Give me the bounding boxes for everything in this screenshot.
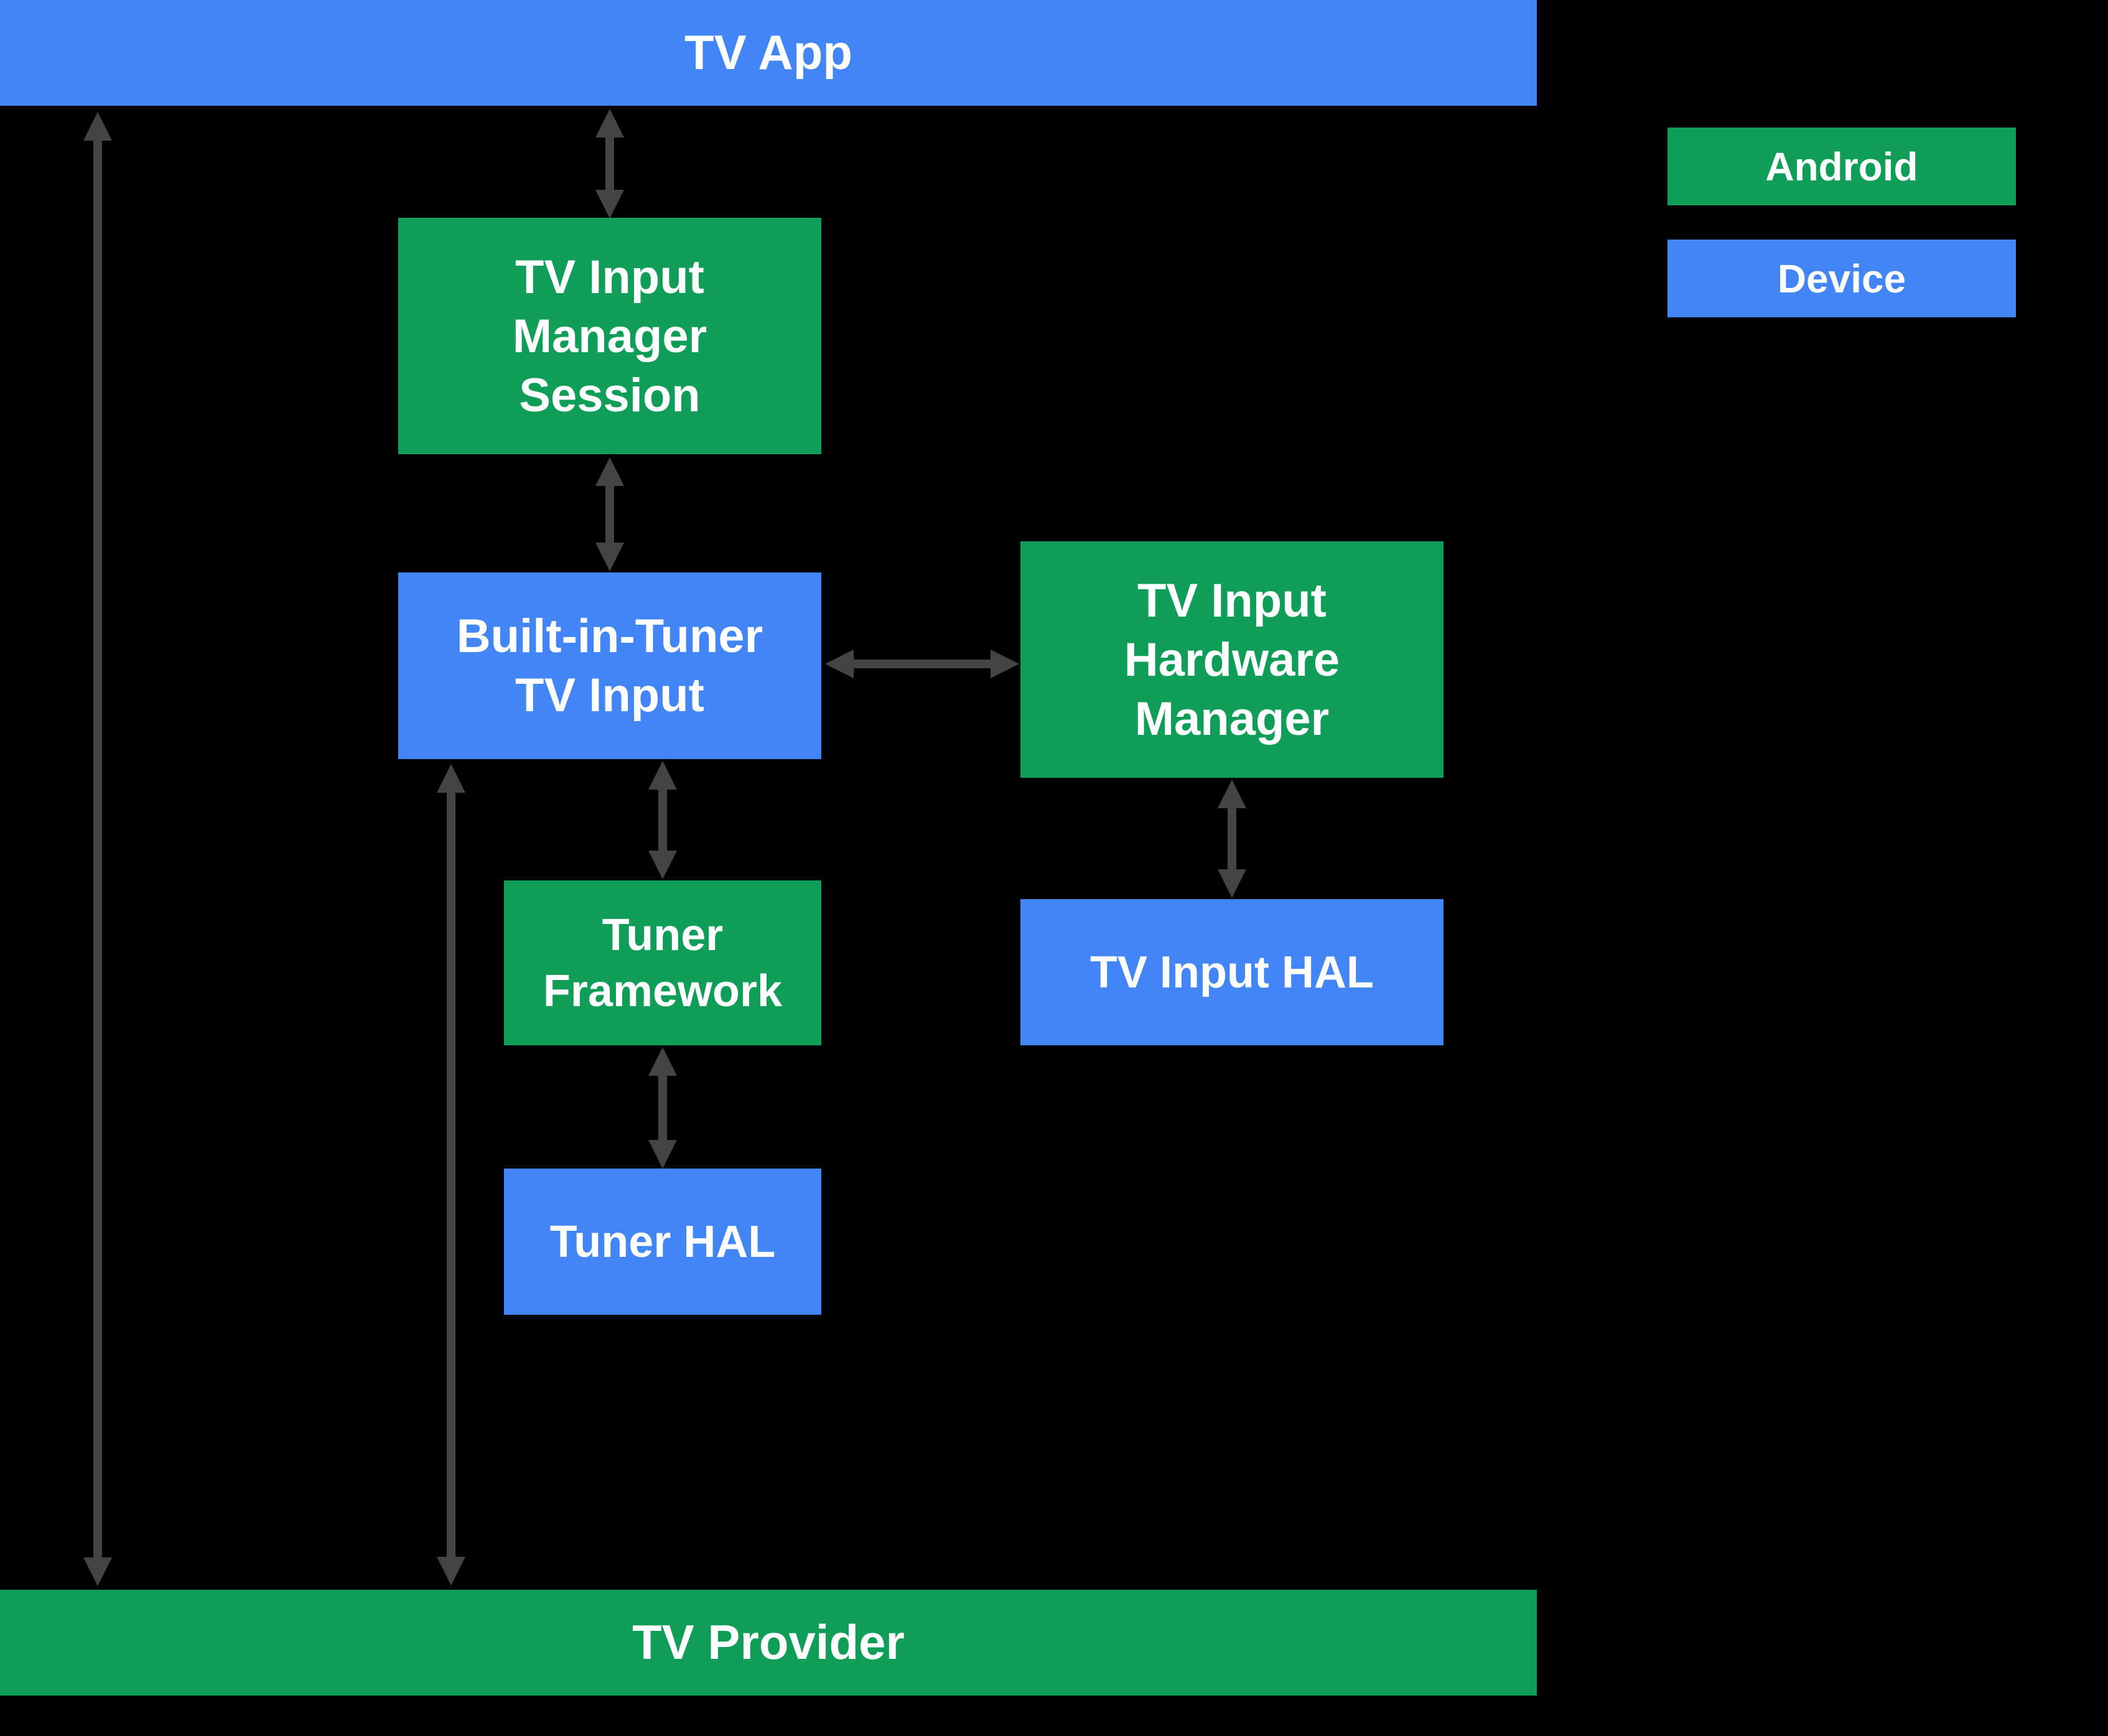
- tv-input-manager-session-box: TV Input Manager Session: [398, 218, 821, 454]
- built-in-tuner-tv-input-label: Built-in-Tuner TV Input: [457, 607, 763, 725]
- arrowhead-down-icon: [648, 851, 677, 879]
- arrow-builtin-tunerframework: [658, 787, 667, 852]
- arrowhead-up-icon: [595, 109, 624, 138]
- tv-app-box: TV App: [0, 0, 1537, 106]
- arrowhead-down-icon: [1218, 869, 1246, 898]
- tv-input-hal-label: TV Input HAL: [1090, 945, 1374, 1001]
- tuner-framework-box: Tuner Framework: [504, 880, 821, 1045]
- arrowhead-down-icon: [595, 190, 624, 218]
- legend-device-box: Device: [1667, 240, 2016, 317]
- arrow-hwmanager-inputhal: [1228, 806, 1236, 871]
- arrowhead-down-icon: [595, 543, 624, 571]
- arrowhead-up-icon: [83, 112, 112, 141]
- legend-android-label: Android: [1765, 144, 1918, 190]
- tv-input-manager-session-label: TV Input Manager Session: [513, 248, 707, 425]
- tv-input-hardware-manager-label: TV Input Hardware Manager: [1124, 571, 1340, 749]
- arrow-builtin-tvprovider: [447, 790, 455, 1559]
- arrowhead-down-icon: [437, 1557, 465, 1585]
- arrowhead-up-icon: [437, 764, 465, 793]
- arrowhead-up-icon: [648, 1047, 677, 1076]
- tv-app-label: TV App: [684, 22, 852, 83]
- arrow-tvapp-tvprovider: [93, 138, 102, 1560]
- tv-input-hal-box: TV Input HAL: [1020, 899, 1443, 1045]
- legend-android-box: Android: [1667, 128, 2016, 205]
- arrow-session-builtin: [605, 482, 614, 544]
- arrowhead-up-icon: [1218, 780, 1246, 808]
- tuner-hal-label: Tuner HAL: [550, 1214, 776, 1270]
- tuner-hal-box: Tuner HAL: [504, 1169, 821, 1315]
- built-in-tuner-tv-input-box: Built-in-Tuner TV Input: [398, 572, 821, 759]
- tv-provider-label: TV Provider: [632, 1612, 905, 1673]
- arrowhead-down-icon: [648, 1140, 677, 1169]
- tuner-framework-label: Tuner Framework: [543, 907, 782, 1019]
- tv-input-hardware-manager-box: TV Input Hardware Manager: [1020, 541, 1443, 778]
- tv-provider-box: TV Provider: [0, 1590, 1537, 1696]
- arrowhead-right-icon: [991, 650, 1019, 678]
- arrow-builtin-hwmanager: [852, 660, 992, 668]
- arrowhead-down-icon: [83, 1557, 112, 1586]
- arrow-tvapp-session: [605, 134, 614, 193]
- arrowhead-up-icon: [648, 761, 677, 790]
- arrowhead-up-icon: [595, 457, 624, 486]
- legend-device-label: Device: [1778, 256, 1906, 302]
- arrow-tunerframework-tunerhal: [658, 1073, 667, 1142]
- arrowhead-left-icon: [825, 650, 854, 678]
